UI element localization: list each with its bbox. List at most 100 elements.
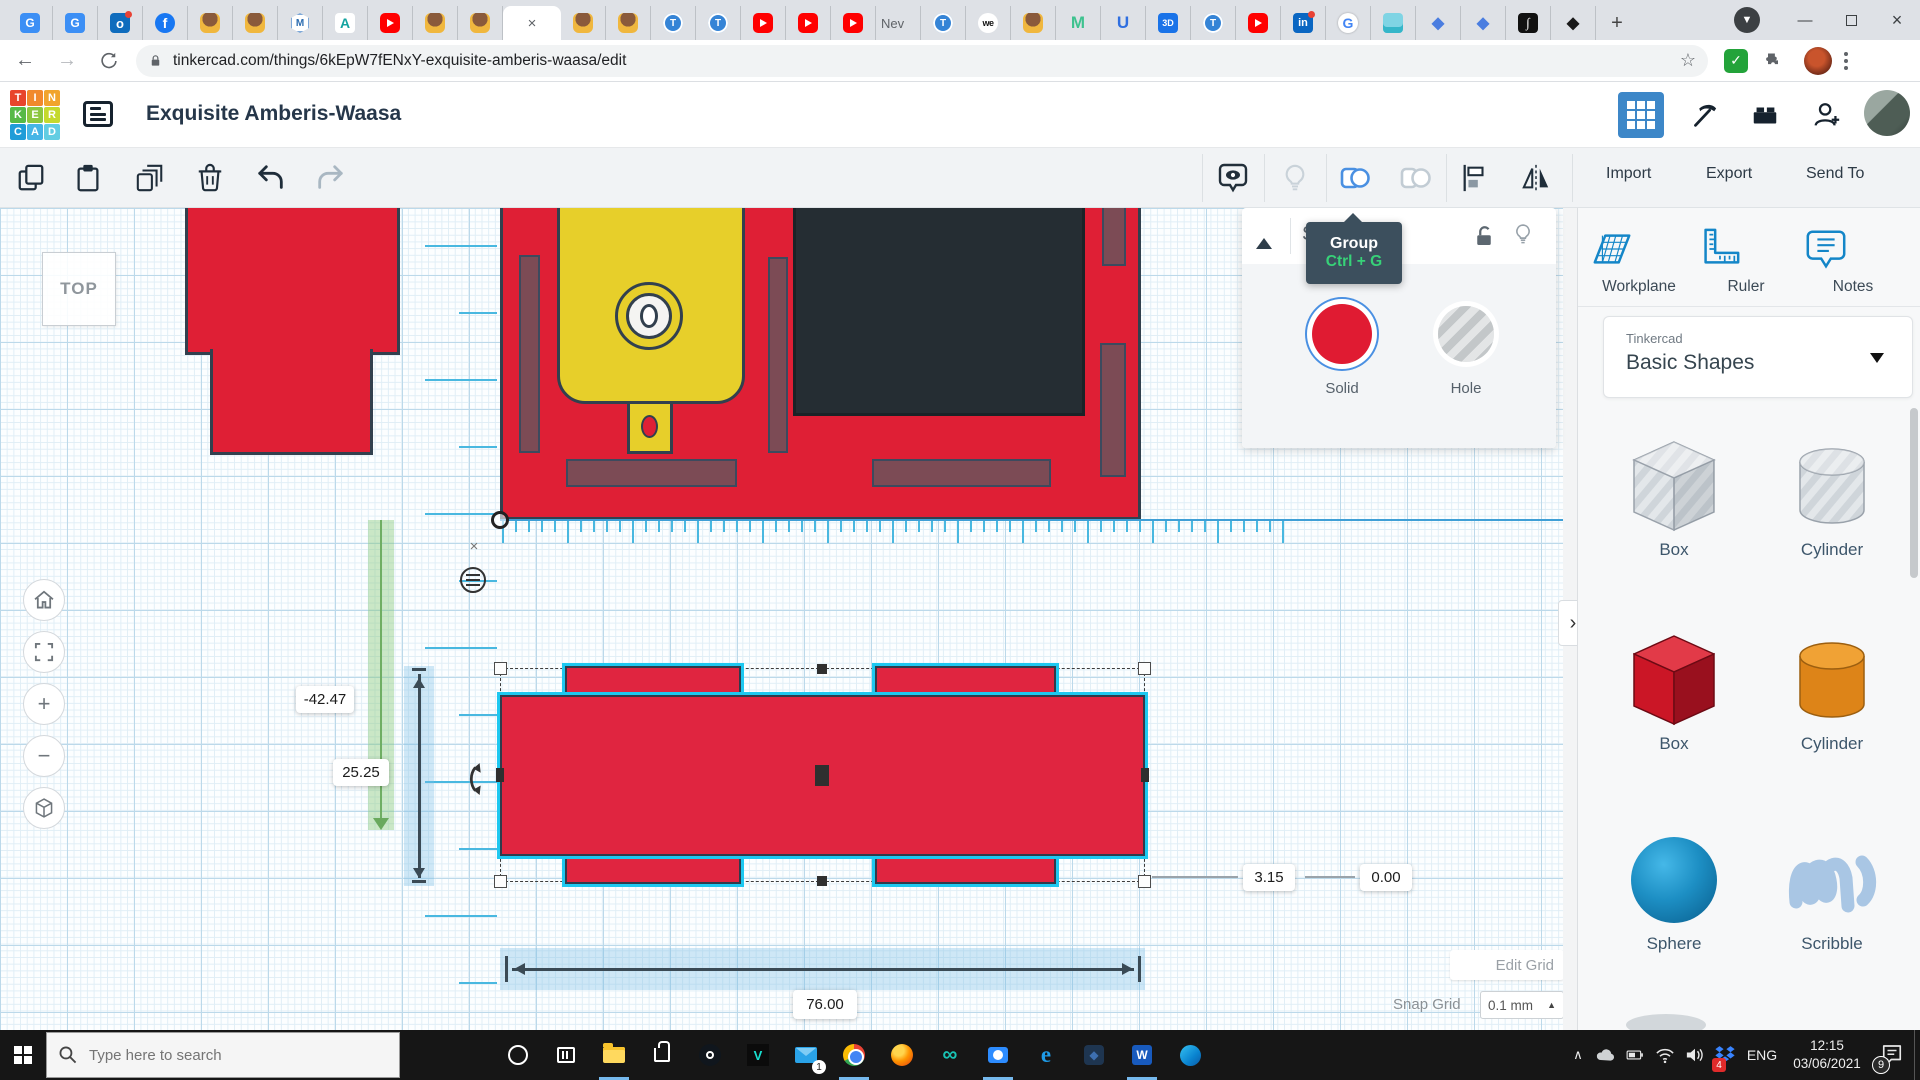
browser-tab[interactable]: T <box>1191 6 1236 40</box>
browser-tab-active[interactable]: × <box>503 6 561 40</box>
browser-tab[interactable] <box>741 6 786 40</box>
plate-slot[interactable] <box>768 257 788 453</box>
collapse-panel-icon[interactable] <box>1256 230 1272 249</box>
volume-icon[interactable] <box>1680 1030 1710 1080</box>
edge-handle[interactable] <box>496 768 504 782</box>
zoom-in-button[interactable]: + <box>23 683 65 725</box>
plate-slot[interactable] <box>1102 208 1126 266</box>
export-button[interactable]: Export <box>1706 165 1752 183</box>
fit-view-button[interactable] <box>23 631 65 673</box>
scale-handle[interactable] <box>494 875 507 888</box>
snap-grid-select[interactable]: 0.1 mm▲ <box>1480 991 1564 1019</box>
shape-item-sphere[interactable]: Sphere <box>1619 830 1729 954</box>
selected-shape-tab[interactable] <box>565 852 741 884</box>
shape-item-scribble[interactable]: Scribble <box>1777 830 1887 954</box>
ruler-tool[interactable]: Ruler <box>1696 226 1796 296</box>
shape-item-cylinder[interactable]: Cylinder <box>1777 436 1887 560</box>
edge-handle[interactable] <box>817 876 827 886</box>
tray-expand-icon[interactable]: ∧ <box>1566 1030 1590 1080</box>
browser-tab[interactable]: ◆ <box>1551 6 1596 40</box>
rotate-handle-icon[interactable] <box>452 758 486 798</box>
design-canvas[interactable]: × -42.47 25.25 <box>0 208 1577 1030</box>
bookmark-star-icon[interactable]: ☆ <box>1680 50 1696 71</box>
forward-button[interactable]: → <box>50 44 84 78</box>
browser-tab[interactable]: M <box>1056 6 1101 40</box>
browser-tab[interactable] <box>1236 6 1281 40</box>
browser-tab[interactable]: o <box>98 6 143 40</box>
browser-tab[interactable]: 3D <box>1146 6 1191 40</box>
copy-button[interactable] <box>14 161 48 195</box>
scale-handle[interactable] <box>494 662 507 675</box>
taskbar-app-explorer[interactable] <box>590 1030 638 1080</box>
ruler-menu-icon[interactable] <box>460 567 486 593</box>
share-user-button[interactable] <box>1804 92 1850 138</box>
taskbar-app-edge[interactable] <box>1166 1030 1214 1080</box>
selected-shape-tab[interactable] <box>875 852 1056 884</box>
measurement-offset[interactable]: -42.47 <box>296 686 354 713</box>
tinkercad-logo[interactable]: TINKERCAD <box>10 90 60 140</box>
taskbar-app-firefox[interactable] <box>878 1030 926 1080</box>
selected-shape-tab[interactable] <box>875 666 1056 698</box>
blocks-view-button[interactable] <box>1618 92 1664 138</box>
hole-option[interactable] <box>1438 306 1494 362</box>
browser-tab[interactable]: Nev <box>876 6 921 40</box>
workplane-tool[interactable]: Workplane <box>1589 226 1689 296</box>
browser-tab[interactable] <box>233 6 278 40</box>
shape-red-tee-stem[interactable] <box>210 349 373 455</box>
browser-tab[interactable]: U <box>1101 6 1146 40</box>
browser-tab[interactable] <box>188 6 233 40</box>
adblock-extension-icon[interactable]: ✓ <box>1724 49 1748 73</box>
browser-tab[interactable]: f <box>143 6 188 40</box>
browser-tab[interactable] <box>368 6 413 40</box>
close-button[interactable]: × <box>1874 0 1920 40</box>
reload-button[interactable] <box>92 44 126 78</box>
ungroup-button[interactable] <box>1398 161 1432 195</box>
battery-icon[interactable] <box>1620 1030 1650 1080</box>
ruler-close-icon[interactable]: × <box>466 539 482 555</box>
browser-tab[interactable] <box>1371 6 1416 40</box>
browser-menu-icon[interactable] <box>1844 52 1848 70</box>
browser-tab[interactable] <box>831 6 876 40</box>
browser-tab[interactable]: T <box>696 6 741 40</box>
lock-open-icon[interactable] <box>1472 222 1496 250</box>
account-avatar[interactable] <box>1864 90 1910 136</box>
measurement-height[interactable]: 25.25 <box>333 759 389 786</box>
browser-tab[interactable]: G <box>53 6 98 40</box>
selected-shape-tab[interactable] <box>565 666 741 698</box>
language-indicator[interactable]: ENG <box>1740 1030 1784 1080</box>
solid-option[interactable] <box>1312 304 1372 364</box>
minecraft-export-button[interactable] <box>1680 92 1726 138</box>
paste-button[interactable] <box>71 161 105 195</box>
edit-grid-button[interactable]: Edit Grid <box>1450 950 1564 980</box>
taskbar-app-camera[interactable] <box>974 1030 1022 1080</box>
dropbox-icon[interactable]: 4 <box>1710 1030 1740 1080</box>
browser-profile-avatar[interactable] <box>1804 47 1832 75</box>
shape-item-box[interactable]: Box <box>1619 436 1729 560</box>
sidebar-collapse-button[interactable]: › <box>1558 600 1577 646</box>
ruler-origin-handle[interactable] <box>491 511 509 529</box>
extensions-puzzle-icon[interactable] <box>1756 44 1790 78</box>
browser-tab[interactable]: T <box>651 6 696 40</box>
browser-tab[interactable] <box>1011 6 1056 40</box>
home-view-button[interactable] <box>23 579 65 621</box>
undo-button[interactable] <box>254 161 288 195</box>
new-tab-button[interactable]: + <box>1602 8 1632 38</box>
notification-center-icon[interactable]: 9 <box>1870 1030 1914 1080</box>
group-button[interactable] <box>1338 161 1372 195</box>
plate-slot[interactable] <box>519 255 540 453</box>
brick-view-button[interactable] <box>1742 92 1788 138</box>
browser-tab[interactable] <box>786 6 831 40</box>
browser-tab[interactable]: M <box>278 6 323 40</box>
shape-red-tee-top[interactable] <box>185 208 400 355</box>
send-to-button[interactable]: Send To <box>1806 165 1864 183</box>
search-input[interactable] <box>89 1047 369 1064</box>
sidebar-scrollbar-thumb[interactable] <box>1910 408 1918 578</box>
show-all-button[interactable] <box>1216 161 1250 195</box>
redo-button[interactable] <box>313 161 347 195</box>
taskbar-search[interactable] <box>46 1032 400 1078</box>
browser-tab[interactable]: ◆ <box>1416 6 1461 40</box>
measurement-width[interactable]: 76.00 <box>793 990 857 1019</box>
notes-tool[interactable]: Notes <box>1803 226 1903 296</box>
taskbar-app-word[interactable]: W <box>1118 1030 1166 1080</box>
taskbar-app-steam[interactable] <box>686 1030 734 1080</box>
